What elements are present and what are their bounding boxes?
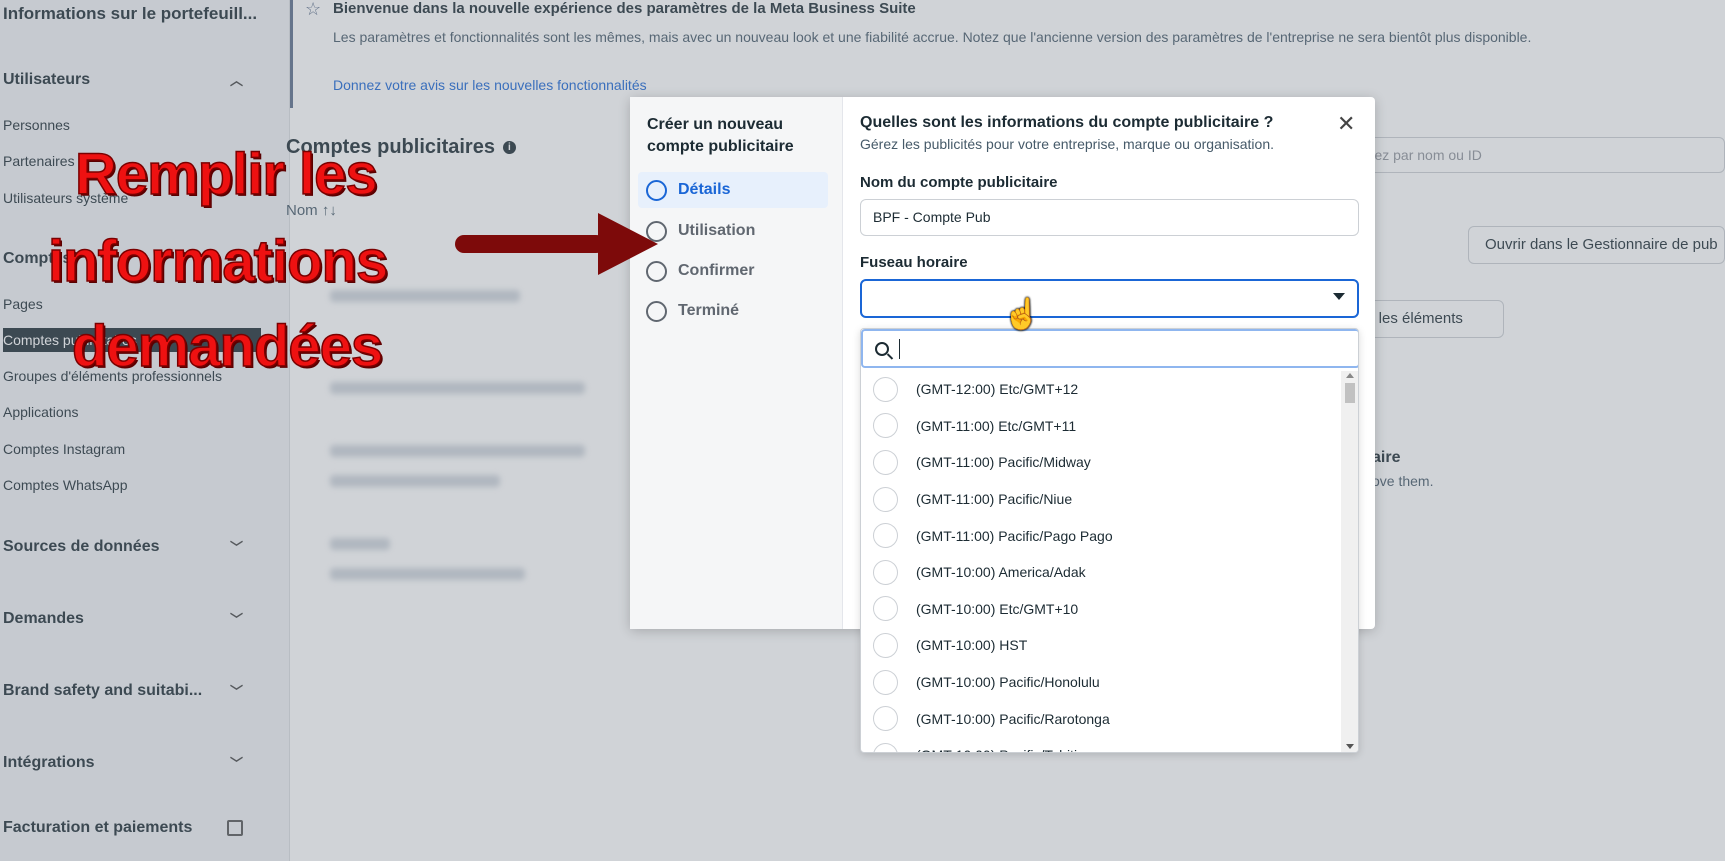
step-circle-icon: [646, 179, 667, 201]
step-done[interactable]: Terminé: [638, 293, 828, 329]
modal-subtitle: Gérez les publicités pour votre entrepri…: [860, 136, 1274, 152]
hand-cursor-icon: ☝: [1003, 298, 1041, 331]
radio-icon: [873, 486, 898, 512]
radio-icon: [873, 376, 898, 402]
timezone-select[interactable]: [860, 279, 1359, 318]
step-label: Terminé: [678, 302, 740, 319]
step-label: Détails: [678, 181, 731, 198]
timezone-option[interactable]: (GMT-10:00) Pacific/Honolulu: [861, 664, 1339, 701]
timezone-option-label: (GMT-10:00) Pacific/Tahiti: [916, 747, 1077, 752]
step-circle-icon: [646, 300, 667, 322]
timezone-option[interactable]: (GMT-10:00) America/Adak: [861, 554, 1339, 591]
annotation-line-3: demandées: [71, 313, 384, 380]
timezone-options-list: (GMT-12:00) Etc/GMT+12 (GMT-11:00) Etc/GM…: [861, 371, 1339, 752]
timezone-option[interactable]: (GMT-11:00) Etc/GMT+11: [861, 408, 1339, 445]
text-cursor: [899, 338, 900, 359]
step-label: Confirmer: [678, 262, 755, 279]
timezone-search-input[interactable]: [861, 329, 1358, 368]
account-name-input[interactable]: BPF - Compte Pub: [860, 199, 1359, 236]
annotation-arrow-shaft: [455, 235, 605, 253]
timezone-label: Fuseau horaire: [860, 254, 968, 271]
scroll-thumb[interactable]: [1345, 383, 1355, 403]
radio-icon: [873, 669, 898, 695]
caret-down-icon: [1333, 293, 1345, 300]
timezone-option-label: (GMT-11:00) Etc/GMT+11: [916, 417, 1077, 434]
timezone-option[interactable]: (GMT-11:00) Pacific/Niue: [861, 481, 1339, 518]
step-usage[interactable]: Utilisation: [638, 213, 828, 249]
timezone-option-label: (GMT-11:00) Pacific/Niue: [916, 491, 1073, 508]
timezone-option[interactable]: (GMT-11:00) Pacific/Pago Pago: [861, 517, 1339, 554]
annotation-line-2: informations: [47, 228, 389, 295]
radio-icon: [873, 523, 898, 549]
timezone-option-label: (GMT-11:00) Pacific/Midway: [916, 454, 1091, 471]
modal-left-title: Créer un nouveau compte publicitaire: [647, 116, 794, 155]
radio-icon: [873, 742, 898, 752]
timezone-option-label: (GMT-11:00) Pacific/Pago Pago: [916, 527, 1113, 544]
radio-icon: [873, 559, 898, 585]
close-icon[interactable]: ✕: [1337, 111, 1355, 137]
annotation-arrow-head-icon: [598, 213, 658, 275]
steps-panel: Créer un nouveau compte publicitaire Dét…: [630, 97, 843, 629]
timezone-option-label: (GMT-10:00) America/Adak: [916, 564, 1086, 581]
modal-title: Quelles sont les informations du compte …: [860, 114, 1274, 131]
scroll-down-icon[interactable]: [1346, 744, 1354, 749]
timezone-option-label: (GMT-10:00) Pacific/Rarotonga: [916, 710, 1110, 727]
radio-icon: [873, 632, 898, 658]
radio-icon: [873, 413, 898, 439]
timezone-option[interactable]: (GMT-10:00) Pacific/Rarotonga: [861, 700, 1339, 737]
timezone-dropdown: (GMT-12:00) Etc/GMT+12 (GMT-11:00) Etc/GM…: [860, 328, 1359, 753]
step-label: Utilisation: [678, 222, 756, 239]
search-icon: [875, 341, 889, 356]
timezone-option[interactable]: (GMT-12:00) Etc/GMT+12: [861, 371, 1339, 408]
radio-icon: [873, 706, 898, 732]
step-confirm[interactable]: Confirmer: [638, 253, 828, 289]
scrollbar[interactable]: [1341, 371, 1358, 752]
timezone-option-label: (GMT-10:00) Etc/GMT+10: [916, 600, 1079, 617]
scroll-up-icon[interactable]: [1346, 373, 1354, 378]
timezone-option[interactable]: (GMT-10:00) Pacific/Tahiti: [861, 737, 1339, 752]
radio-icon: [873, 596, 898, 622]
timezone-option-label: (GMT-10:00) Pacific/Honolulu: [916, 674, 1100, 691]
account-name-label: Nom du compte publicitaire: [860, 174, 1058, 191]
timezone-option-label: (GMT-12:00) Etc/GMT+12: [916, 381, 1079, 398]
timezone-option[interactable]: (GMT-11:00) Pacific/Midway: [861, 444, 1339, 481]
timezone-option[interactable]: (GMT-10:00) HST: [861, 627, 1339, 664]
timezone-option[interactable]: (GMT-10:00) Etc/GMT+10: [861, 591, 1339, 628]
timezone-option-label: (GMT-10:00) HST: [916, 637, 1028, 654]
step-details[interactable]: Détails: [638, 172, 828, 208]
annotation-line-1: Remplir les: [74, 141, 378, 208]
radio-icon: [873, 449, 898, 475]
